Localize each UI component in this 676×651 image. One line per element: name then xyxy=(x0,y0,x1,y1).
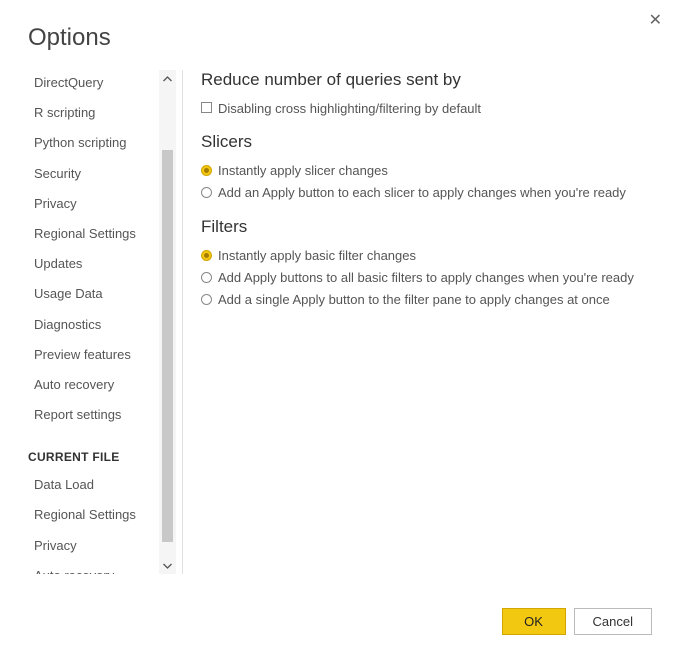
heading-reduce-queries: Reduce number of queries sent by xyxy=(201,70,648,90)
sidebar-item-data-load[interactable]: Data Load xyxy=(28,472,158,498)
sidebar-item-diagnostics[interactable]: Diagnostics xyxy=(28,312,158,338)
sidebar-item-privacy-file[interactable]: Privacy xyxy=(28,533,158,559)
cancel-button[interactable]: Cancel xyxy=(574,608,652,635)
label-disable-cross-highlight: Disabling cross highlighting/filtering b… xyxy=(218,100,481,118)
sidebar-item-auto-recovery-file[interactable]: Auto recovery xyxy=(28,563,158,574)
ok-button[interactable]: OK xyxy=(502,608,566,635)
radio-filter-single-apply[interactable] xyxy=(201,294,212,305)
checkbox-disable-cross-highlight[interactable] xyxy=(201,102,212,113)
sidebar-item-usage-data[interactable]: Usage Data xyxy=(28,281,158,307)
radio-filter-apply-buttons[interactable] xyxy=(201,272,212,283)
main-panel: Reduce number of queries sent by Disabli… xyxy=(201,70,676,574)
radio-slicer-instant[interactable] xyxy=(201,165,212,176)
radio-slicer-apply-button[interactable] xyxy=(201,187,212,198)
sidebar-item-python-scripting[interactable]: Python scripting xyxy=(28,130,158,156)
scroll-down-icon[interactable] xyxy=(159,557,176,574)
dialog-title: Options xyxy=(0,0,676,70)
label-filter-instant: Instantly apply basic filter changes xyxy=(218,247,416,265)
sidebar: DirectQuery R scripting Python scripting… xyxy=(28,70,176,574)
sidebar-section-current-file: CURRENT FILE xyxy=(28,432,158,472)
vertical-divider xyxy=(182,70,183,574)
close-icon[interactable]: ✕ xyxy=(649,10,662,30)
sidebar-item-security[interactable]: Security xyxy=(28,161,158,187)
sidebar-item-r-scripting[interactable]: R scripting xyxy=(28,100,158,126)
sidebar-item-updates[interactable]: Updates xyxy=(28,251,158,277)
sidebar-item-directquery[interactable]: DirectQuery xyxy=(28,70,158,96)
sidebar-item-privacy[interactable]: Privacy xyxy=(28,191,158,217)
sidebar-item-regional-settings[interactable]: Regional Settings xyxy=(28,221,158,247)
sidebar-item-preview-features[interactable]: Preview features xyxy=(28,342,158,368)
radio-filter-instant[interactable] xyxy=(201,250,212,261)
label-filter-single-apply: Add a single Apply button to the filter … xyxy=(218,291,610,309)
label-filter-apply-buttons: Add Apply buttons to all basic filters t… xyxy=(218,269,634,287)
sidebar-item-report-settings[interactable]: Report settings xyxy=(28,402,158,428)
heading-filters: Filters xyxy=(201,217,648,237)
scroll-thumb[interactable] xyxy=(162,150,173,542)
label-slicer-apply-button: Add an Apply button to each slicer to ap… xyxy=(218,184,626,202)
sidebar-scrollbar[interactable] xyxy=(159,70,176,574)
label-slicer-instant: Instantly apply slicer changes xyxy=(218,162,388,180)
heading-slicers: Slicers xyxy=(201,132,648,152)
sidebar-item-auto-recovery[interactable]: Auto recovery xyxy=(28,372,158,398)
scroll-up-icon[interactable] xyxy=(159,70,176,87)
sidebar-item-regional-settings-file[interactable]: Regional Settings xyxy=(28,502,158,528)
dialog-footer: OK Cancel xyxy=(502,608,652,635)
